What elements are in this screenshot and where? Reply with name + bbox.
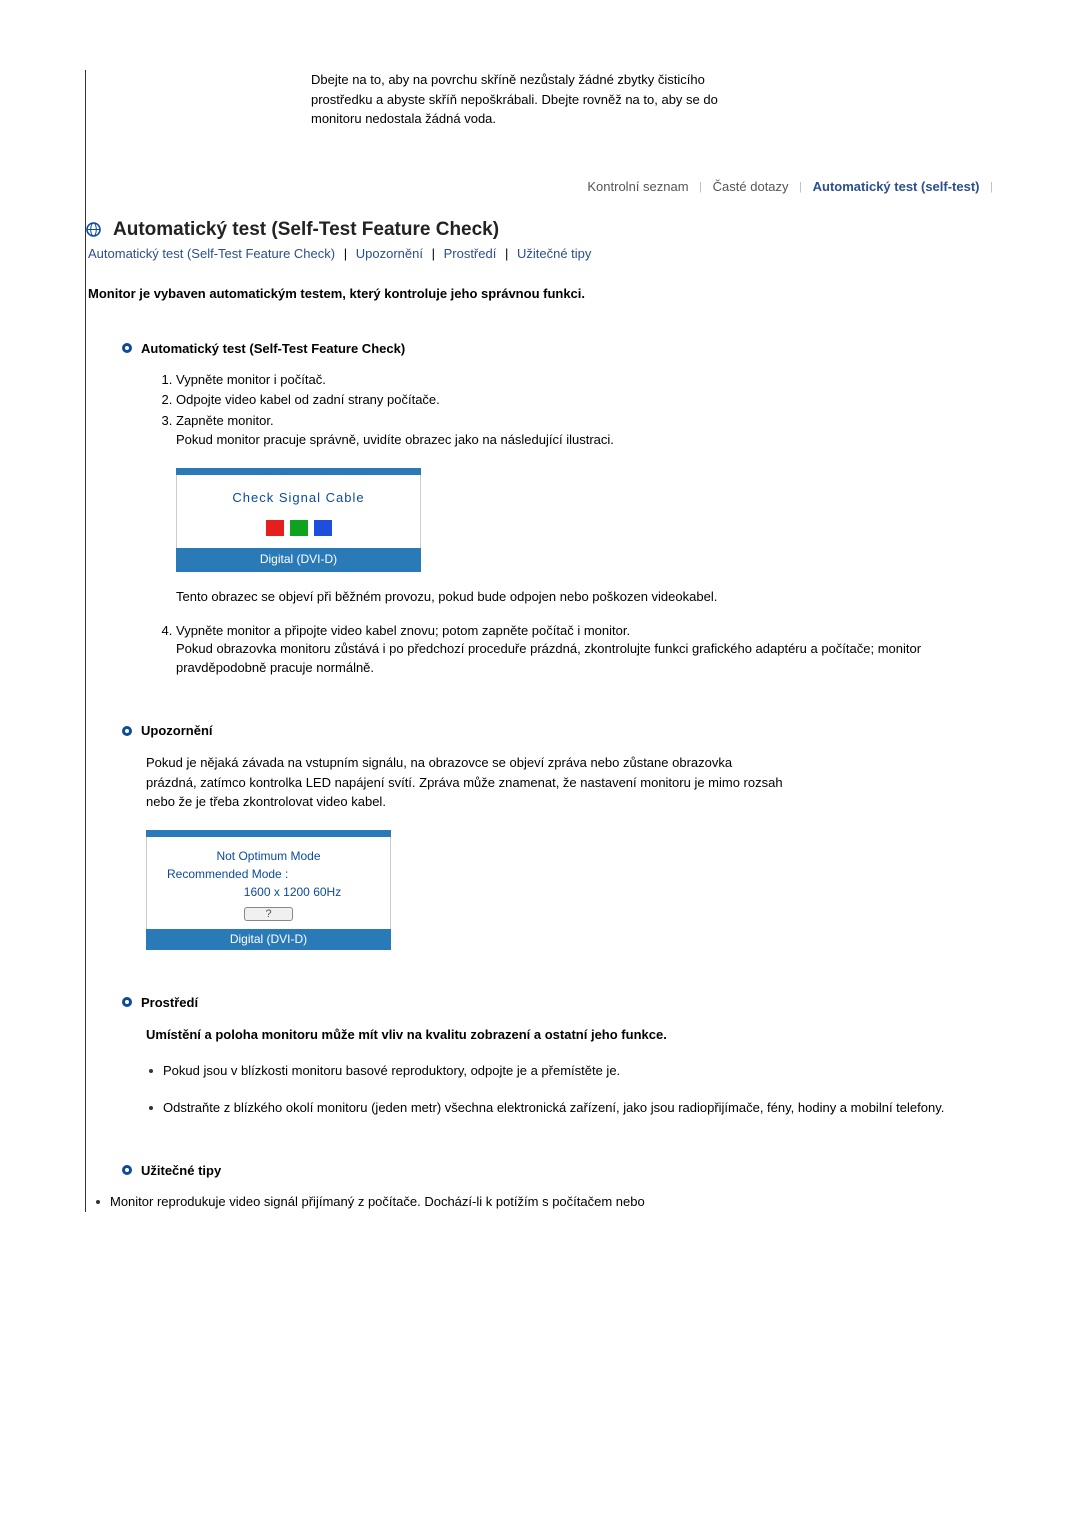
osd-not-optimum: Not Optimum Mode Recommended Mode : 1600… — [146, 830, 391, 950]
tab-faq[interactable]: Časté dotazy — [708, 179, 794, 194]
osd-check-signal: Check Signal Cable Digital (DVI-D) — [176, 468, 421, 572]
environment-bold: Umístění a poloha monitoru může mít vliv… — [146, 1025, 766, 1045]
osd-footer: Digital (DVI-D) — [176, 548, 421, 572]
bullet-icon — [121, 1164, 133, 1176]
post-osd-text: Tento obrazec se objeví při běžném provo… — [176, 587, 806, 607]
section-heading-tips: Užitečné tipy — [141, 1163, 221, 1178]
warning-text: Pokud je nějaká závada na vstupním signá… — [146, 753, 786, 812]
step-4-line2: Pokud obrazovka monitoru zůstává i po př… — [176, 641, 921, 675]
env-bullet-1: Pokud jsou v blízkosti monitoru basové r… — [149, 1062, 995, 1081]
link-tips[interactable]: Užitečné tipy — [517, 246, 591, 261]
section-heading-selftest: Automatický test (Self-Test Feature Chec… — [141, 341, 405, 356]
step-1: Vypněte monitor i počítač. — [176, 371, 995, 390]
link-selftest[interactable]: Automatický test (Self-Test Feature Chec… — [88, 246, 335, 261]
osd-help-button: ? — [244, 907, 292, 921]
link-separator: | — [339, 246, 352, 261]
bullet-icon — [121, 725, 133, 737]
tab-separator: | — [697, 181, 704, 193]
main-heading-row: Automatický test (Self-Test Feature Chec… — [86, 219, 995, 241]
link-separator: | — [500, 246, 513, 261]
tab-bar: Kontrolní seznam | Časté dotazy | Automa… — [86, 179, 995, 194]
link-separator: | — [427, 246, 440, 261]
link-warning[interactable]: Upozornění — [356, 246, 423, 261]
step-3-line1: Zapněte monitor. — [176, 413, 274, 428]
osd-color-blue — [314, 520, 332, 536]
section-heading-warning: Upozornění — [141, 723, 213, 738]
globe-icon — [86, 222, 101, 237]
tab-selftest[interactable]: Automatický test (self-test) — [808, 179, 985, 194]
tips-bullet-1: Monitor reprodukuje video signál přijíma… — [96, 1193, 995, 1212]
osd-message: Check Signal Cable — [185, 489, 412, 508]
step-2: Odpojte video kabel od zadní strany počí… — [176, 391, 995, 410]
link-environment[interactable]: Prostředí — [444, 246, 497, 261]
osd-footer: Digital (DVI-D) — [146, 929, 391, 950]
step-3: Zapněte monitor. Pokud monitor pracuje s… — [176, 412, 995, 606]
osd-line2: Recommended Mode : — [155, 865, 382, 883]
section-heading-environment: Prostředí — [141, 995, 198, 1010]
step-3-line2: Pokud monitor pracuje správně, uvidíte o… — [176, 432, 614, 447]
preceding-paragraph: Dbejte na to, aby na povrchu skříně nezů… — [311, 70, 731, 129]
page-title: Automatický test (Self-Test Feature Chec… — [113, 219, 499, 241]
osd-line3: 1600 x 1200 60Hz — [155, 883, 382, 901]
anchor-links: Automatický test (Self-Test Feature Chec… — [86, 246, 995, 261]
osd-color-green — [290, 520, 308, 536]
tab-separator: | — [797, 181, 804, 193]
tab-separator: | — [988, 181, 995, 193]
osd-color-red — [266, 520, 284, 536]
env-bullet-2: Odstraňte z blízkého okolí monitoru (jed… — [149, 1099, 995, 1118]
step-4: Vypněte monitor a připojte video kabel z… — [176, 622, 995, 679]
bullet-icon — [121, 996, 133, 1008]
intro-text: Monitor je vybaven automatickým testem, … — [86, 286, 995, 301]
tab-checklist[interactable]: Kontrolní seznam — [582, 179, 693, 194]
osd-line1: Not Optimum Mode — [216, 849, 320, 863]
step-4-line1: Vypněte monitor a připojte video kabel z… — [176, 623, 630, 638]
bullet-icon — [121, 342, 133, 354]
